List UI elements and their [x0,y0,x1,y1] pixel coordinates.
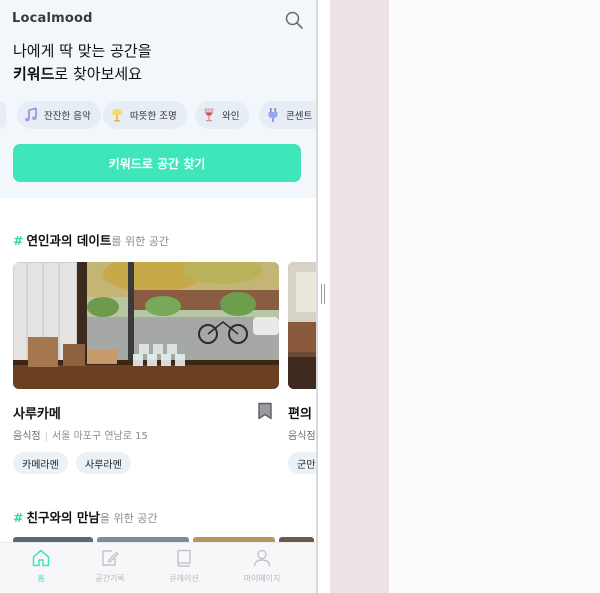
section-keyword: 연인과의 데이트 [26,233,112,248]
hash-mark: # [13,510,24,525]
section-title-friends: # 친구와의 만남을 위한 공간 [13,507,157,526]
plug-icon [268,108,278,122]
keyword-chip-music[interactable]: 잔잔한 음악 [17,101,101,129]
hero-section: Localmood 나에게 딱 맞는 공간을 키워드로 찾아보세요 잔잔한 음악… [0,0,316,198]
nav-label: 홈 [37,574,45,583]
place-card-image[interactable] [13,262,279,389]
bottom-navigation: 홈 공간기록 큐레이션 마이페이지 [0,542,316,593]
nav-mypage[interactable]: 마이페이지 [227,543,297,593]
book-icon [177,549,191,567]
nav-label: 마이페이지 [243,574,281,583]
bookmark-icon[interactable] [257,402,273,420]
screen: Localmood 나에게 딱 맞는 공간을 키워드로 찾아보세요 잔잔한 음악… [0,0,600,593]
keyword-chip-partial[interactable] [0,101,6,129]
frame-divider [316,0,318,593]
keyword-chip-lighting[interactable]: 따뜻한 조명 [103,101,187,129]
section-suffix: 를 위한 공간 [111,235,169,248]
place-category: 음식점 [13,431,41,442]
section-keyword: 친구와의 만남 [26,510,100,525]
keyword-chip-row: 잔잔한 음악 따뜻한 조명 와인 콘센트 [0,101,316,129]
place-category: 음식점 [288,431,316,442]
section-suffix: 을 위한 공간 [99,512,158,525]
restaurant-interior-photo [288,262,318,389]
place-meta: 음식점 [288,427,316,442]
place-name[interactable]: 사루카메 [13,403,61,422]
section-title-date: # 연인과의 데이트를 위한 공간 [13,230,169,249]
place-meta: 음식점 | 서울 마포구 연남로 15 [13,431,148,442]
chip-label: 콘센트 있 [286,111,316,122]
headline-rest: 로 찾아보세요 [54,65,142,83]
nav-label: 공간기록 [95,574,125,583]
headline-line-2: 키워드로 찾아보세요 [13,63,152,86]
home-icon [32,549,50,567]
cafe-interior-photo [13,262,279,389]
headline-line-1: 나에게 딱 맞는 공간을 [13,42,152,60]
hero-headline: 나에게 딱 맞는 공간을 키워드로 찾아보세요 [13,40,152,86]
lamp-icon [112,109,122,122]
headline-keyword: 키워드 [13,65,55,83]
music-note-icon [25,107,37,122]
chip-label: 따뜻한 조명 [130,111,177,122]
pencil-note-icon [102,550,119,566]
nav-records[interactable]: 공간기록 [75,543,145,593]
place-address: 서울 마포구 연남로 15 [51,431,148,442]
menu-tag[interactable]: 사루라멘 [76,452,131,474]
mobile-app-frame: Localmood 나에게 딱 맞는 공간을 키워드로 찾아보세요 잔잔한 음악… [0,0,318,593]
resize-handle[interactable] [321,284,325,304]
chip-label: 와인 [222,111,240,122]
keyword-chip-wine[interactable]: 와인 [195,101,250,129]
app-logo[interactable]: Localmood [12,11,93,26]
nav-label: 큐레이션 [169,574,199,583]
wine-glass-icon [204,108,214,122]
nav-home[interactable]: 홈 [6,543,76,593]
menu-tag[interactable]: 카메라멘 [13,452,68,474]
keyword-chip-outlet[interactable]: 콘센트 있 [259,101,316,129]
search-icon[interactable] [284,10,304,30]
menu-tag[interactable]: 군만 [288,452,318,474]
hash-mark: # [13,233,24,248]
nav-curation[interactable]: 큐레이션 [149,543,219,593]
chip-label: 잔잔한 음악 [44,111,91,122]
backdrop-panel [330,0,389,593]
backdrop-area [389,0,600,593]
person-icon [253,549,271,567]
place-card-image[interactable] [288,262,318,389]
keyword-search-button[interactable]: 키워드로 공간 찾기 [13,144,301,182]
place-name[interactable]: 편의 [288,403,312,422]
